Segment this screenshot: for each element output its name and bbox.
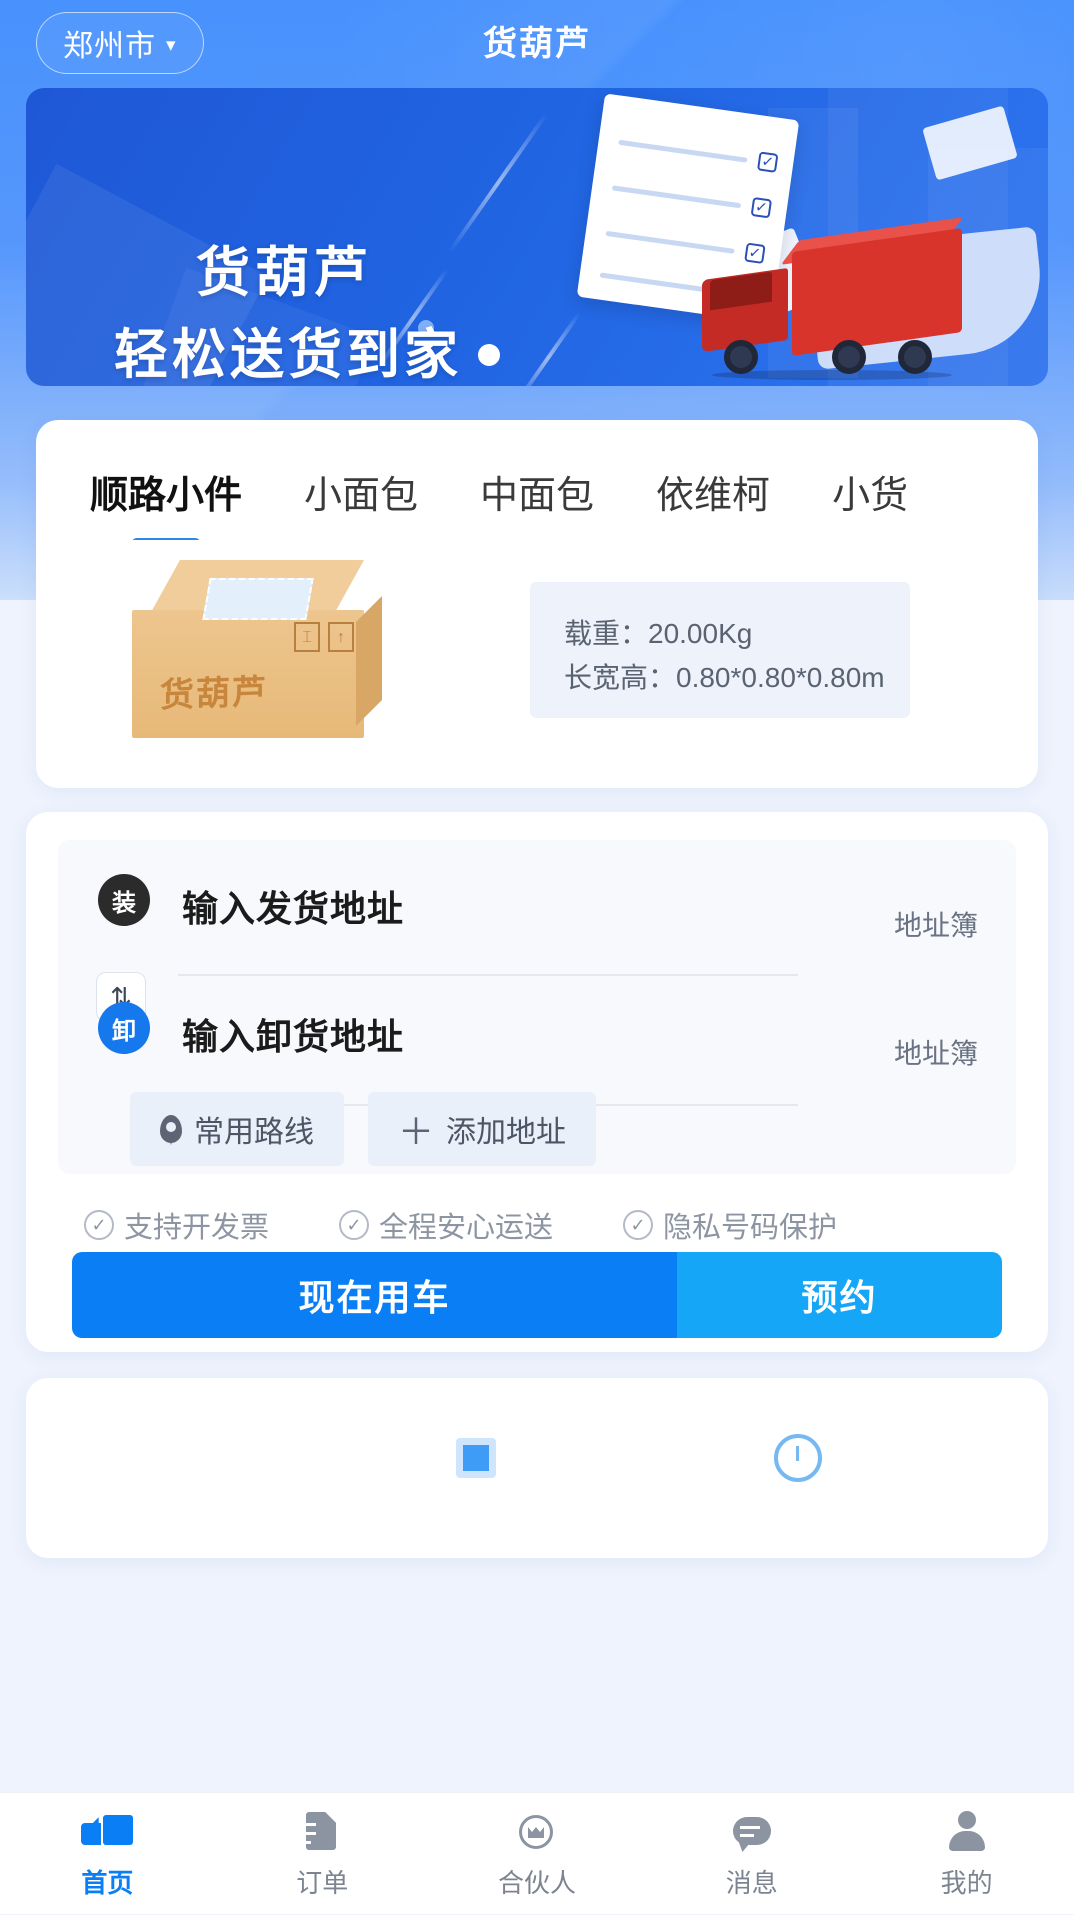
- tab-zhong-mianbao[interactable]: 中面包: [480, 464, 594, 525]
- feature-invoice: ✓ 支持开发票: [84, 1204, 269, 1246]
- banner-title: 货葫芦: [196, 243, 373, 303]
- feature-privacy-label: 隐私号码保护: [663, 1212, 838, 1244]
- nav-label-partner: 合伙人: [497, 1868, 576, 1898]
- add-address-chip[interactable]: ＋ 添加地址: [368, 1092, 597, 1166]
- nav-item-orders[interactable]: 订单: [215, 1793, 430, 1915]
- plus-icon: ＋: [398, 1111, 435, 1152]
- nav-label-home: 首页: [81, 1868, 134, 1898]
- pickup-address-book-button[interactable]: 地址簿: [894, 904, 978, 944]
- tab-xiao-mianbao[interactable]: 小面包: [304, 464, 418, 525]
- pickup-divider: [178, 974, 798, 976]
- nav-label-orders: 订单: [296, 1868, 349, 1898]
- cta-button-group: 现在用车 预约: [72, 1252, 1002, 1338]
- partner-crown-icon: [511, 1807, 563, 1855]
- clock-service-icon: [774, 1434, 822, 1482]
- nav-item-profile[interactable]: 我的: [859, 1793, 1074, 1915]
- dot-decoration: [478, 344, 500, 366]
- page-title: 货葫芦: [483, 25, 591, 63]
- address-panel: 装 输入发货地址 地址簿 ⇅ 卸 输入卸货地址 地址簿 常用路线 ＋ 添加地址: [58, 840, 1016, 1174]
- tab-shunlu-xiaojian[interactable]: 顺路小件: [90, 464, 242, 525]
- feature-list: ✓ 支持开发票 ✓ 全程安心运送 ✓ 隐私号码保护: [84, 1204, 1004, 1246]
- fragile-icon: ⌶: [294, 622, 320, 652]
- nav-label-profile: 我的: [940, 1868, 993, 1898]
- common-route-label: 常用路线: [194, 1116, 314, 1149]
- dropoff-badge-icon: 卸: [98, 1002, 150, 1054]
- feature-privacy: ✓ 隐私号码保护: [623, 1204, 837, 1246]
- nav-item-partner[interactable]: 合伙人: [430, 1793, 645, 1915]
- shipping-label-icon: [202, 578, 314, 620]
- vehicle-tabs[interactable]: 顺路小件 小面包 中面包 依维柯 小货: [36, 448, 1038, 540]
- delivery-truck-icon: [702, 217, 964, 380]
- square-service-icon: [456, 1438, 496, 1478]
- nav-label-messages: 消息: [725, 1868, 778, 1898]
- next-section-card[interactable]: [26, 1378, 1048, 1558]
- dropoff-address-book-button[interactable]: 地址簿: [894, 1032, 978, 1072]
- bottom-navigation: ◢ 首页 订单 合伙人 消息 我的: [0, 1792, 1074, 1914]
- add-address-label: 添加地址: [446, 1116, 567, 1149]
- pickup-address-input[interactable]: 输入发货地址: [182, 880, 404, 932]
- nav-item-messages[interactable]: 消息: [644, 1793, 859, 1915]
- feature-safe-transport: ✓ 全程安心运送: [339, 1204, 553, 1246]
- profile-person-icon: [941, 1807, 993, 1855]
- check-circle-icon: ✓: [623, 1210, 654, 1240]
- tab-yiweike[interactable]: 依维柯: [656, 464, 770, 525]
- order-doc-icon: [296, 1807, 348, 1855]
- box-brand-text: 货葫芦: [160, 673, 268, 715]
- feature-safe-transport-label: 全程安心运送: [379, 1212, 554, 1244]
- tab-xiaohuo[interactable]: 小货: [832, 464, 908, 525]
- vehicle-type-card: 顺路小件 小面包 中面包 依维柯 小货 ⌶ ↑ 货葫芦 载重：20.00Kg 长…: [36, 420, 1038, 788]
- home-truck-icon: ◢: [81, 1807, 134, 1855]
- location-pin-icon: [160, 1115, 182, 1143]
- check-circle-icon: ✓: [84, 1210, 114, 1240]
- spec-load: 载重：20.00Kg: [564, 618, 753, 649]
- vehicle-detail: ⌶ ↑ 货葫芦 载重：20.00Kg 长宽高：0.80*0.80*0.80m: [36, 550, 1038, 780]
- app-header: 郑州市 ▾ 货葫芦: [0, 0, 1074, 86]
- banner-subtitle: 轻松送货到家: [114, 325, 462, 385]
- reserve-button[interactable]: 预约: [677, 1252, 1002, 1338]
- feature-invoice-label: 支持开发票: [124, 1212, 270, 1244]
- vehicle-spec-panel: 载重：20.00Kg 长宽高：0.80*0.80*0.80m: [530, 582, 910, 718]
- address-shortcut-chips: 常用路线 ＋ 添加地址: [130, 1092, 597, 1166]
- nav-item-home[interactable]: ◢ 首页: [0, 1793, 215, 1915]
- dropoff-address-input[interactable]: 输入卸货地址: [182, 1008, 404, 1060]
- use-now-button[interactable]: 现在用车: [72, 1252, 677, 1338]
- this-side-up-icon: ↑: [328, 622, 354, 652]
- package-box-icon: ⌶ ↑ 货葫芦: [132, 560, 382, 750]
- spec-dimensions: 长宽高：0.80*0.80*0.80m: [564, 662, 885, 693]
- message-chat-icon: [726, 1807, 778, 1855]
- check-circle-icon: ✓: [339, 1210, 370, 1240]
- pickup-badge-icon: 装: [98, 874, 150, 926]
- common-route-chip[interactable]: 常用路线: [130, 1092, 344, 1166]
- promo-banner[interactable]: ✓ ✓ ✓ ✓ 货葫芦 轻松送货到家 了解详情: [26, 88, 1048, 386]
- order-form-card: 装 输入发货地址 地址簿 ⇅ 卸 输入卸货地址 地址簿 常用路线 ＋ 添加地址 …: [26, 812, 1048, 1352]
